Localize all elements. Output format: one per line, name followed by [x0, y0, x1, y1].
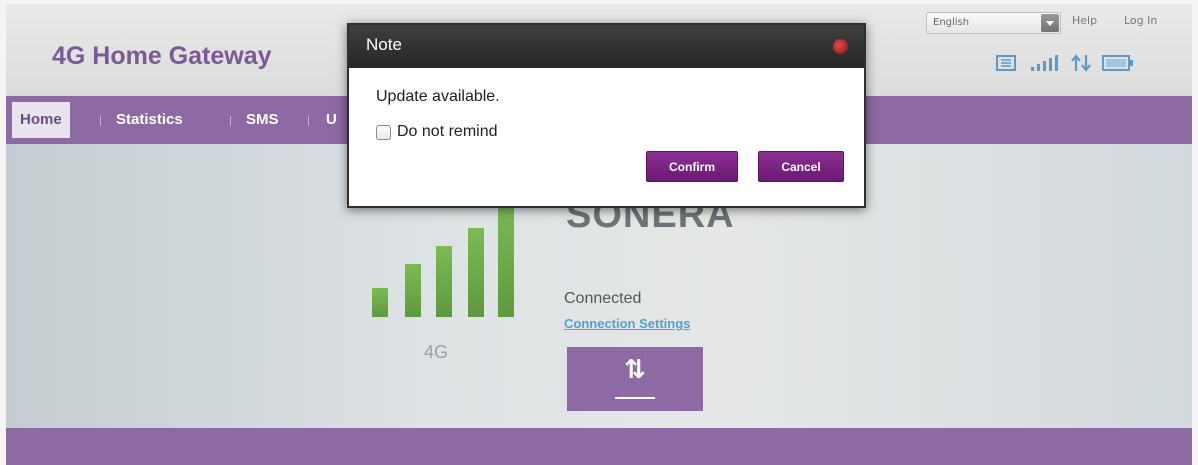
- dialog-message: Update available.: [376, 88, 500, 105]
- footer: [6, 428, 1192, 465]
- language-selected: English: [933, 17, 970, 28]
- do-not-remind-checkbox[interactable]: [376, 125, 391, 140]
- sms-icon[interactable]: [995, 54, 1017, 72]
- toggle-underline: [615, 397, 655, 399]
- nav-separator: [308, 116, 309, 126]
- update-note-dialog: Note Update available. Do not remind Con…: [347, 23, 866, 208]
- signal-bar-2: [405, 264, 421, 317]
- data-toggle-icon: ⇅: [624, 355, 646, 385]
- login-link[interactable]: Log In: [1124, 14, 1157, 27]
- confirm-button[interactable]: Confirm: [646, 151, 738, 182]
- help-link[interactable]: Help: [1072, 14, 1097, 27]
- do-not-remind-label[interactable]: Do not remind: [397, 123, 498, 141]
- nav-item-sms[interactable]: SMS: [246, 96, 279, 144]
- data-transfer-icon: [1071, 54, 1091, 72]
- nav-item-home[interactable]: Home: [12, 102, 70, 138]
- signal-bar-4: [468, 228, 484, 317]
- signal-strength-icon: [1031, 55, 1058, 71]
- nav-item-u[interactable]: U: [326, 96, 337, 144]
- cancel-button[interactable]: Cancel: [758, 151, 844, 182]
- language-select[interactable]: English: [926, 12, 1061, 34]
- signal-bar-3: [436, 246, 452, 317]
- page-title: 4G Home Gateway: [52, 42, 272, 70]
- data-connection-toggle-button[interactable]: ⇅: [567, 347, 703, 411]
- connection-status: Connected: [564, 290, 642, 307]
- close-icon[interactable]: [833, 39, 848, 54]
- dialog-header: Note: [349, 25, 864, 68]
- router-admin-page: 4G Home Gateway English Help Log In Home…: [6, 4, 1192, 465]
- signal-bar-1: [372, 288, 388, 317]
- nav-item-statistics[interactable]: Statistics: [116, 96, 183, 144]
- network-type-label: 4G: [424, 342, 449, 362]
- nav-separator: [100, 116, 101, 126]
- dialog-title: Note: [366, 35, 402, 54]
- connection-settings-link[interactable]: Connection Settings: [564, 316, 690, 331]
- nav-separator: [230, 116, 231, 126]
- battery-icon: [1102, 55, 1133, 71]
- chevron-down-icon[interactable]: [1041, 14, 1059, 32]
- signal-bar-5: [498, 204, 514, 317]
